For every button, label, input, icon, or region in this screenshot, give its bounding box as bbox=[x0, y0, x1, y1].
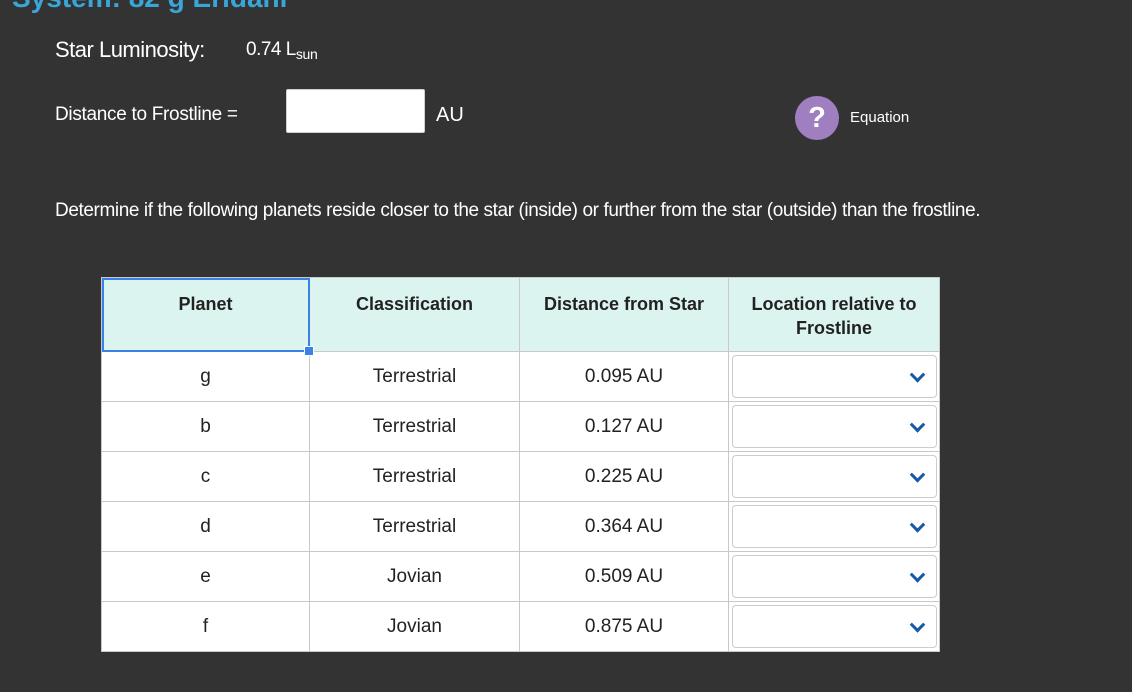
planet-cell: g bbox=[101, 351, 310, 402]
chevron-down-icon bbox=[909, 366, 926, 383]
classification-cell: Jovian bbox=[309, 551, 520, 602]
chevron-down-icon bbox=[909, 466, 926, 483]
distance-cell: 0.875 AU bbox=[519, 601, 729, 652]
location-cell bbox=[728, 351, 940, 402]
frostline-unit: AU bbox=[436, 104, 464, 126]
classification-cell: Terrestrial bbox=[309, 351, 520, 402]
luminosity-number: 0.74 L bbox=[246, 39, 296, 60]
header-classification-label: Classification bbox=[355, 294, 474, 314]
table-row: b Terrestrial 0.127 AU bbox=[101, 401, 940, 452]
distance-cell: 0.127 AU bbox=[519, 401, 729, 452]
planet-cell: d bbox=[101, 501, 310, 552]
chevron-down-icon bbox=[909, 516, 926, 533]
distance-cell: 0.095 AU bbox=[519, 351, 729, 402]
distance-cell: 0.364 AU bbox=[519, 501, 729, 552]
location-cell bbox=[728, 501, 940, 552]
header-distance-label: Distance from Star bbox=[543, 294, 705, 314]
location-cell bbox=[728, 601, 940, 652]
chevron-down-icon bbox=[909, 566, 926, 583]
table-row: c Terrestrial 0.225 AU bbox=[101, 451, 940, 502]
equation-help-button[interactable]: ? bbox=[795, 96, 839, 140]
planet-cell: c bbox=[101, 451, 310, 502]
location-cell bbox=[728, 551, 940, 602]
location-cell bbox=[728, 451, 940, 502]
luminosity-row: Star Luminosity: 0.74 Lsun bbox=[55, 37, 318, 63]
header-planet[interactable]: Planet bbox=[101, 277, 314, 356]
header-distance[interactable]: Distance from Star bbox=[519, 277, 729, 352]
equation-link[interactable]: Equation bbox=[850, 109, 909, 126]
planet-cell: b bbox=[101, 401, 310, 452]
luminosity-value: 0.74 Lsun bbox=[246, 39, 318, 62]
instructions-text: Determine if the following planets resid… bbox=[55, 200, 981, 221]
location-dropdown[interactable] bbox=[732, 605, 937, 648]
frostline-distance-input[interactable] bbox=[286, 89, 425, 133]
header-location[interactable]: Location relative to Frostline bbox=[728, 277, 940, 352]
classification-cell: Terrestrial bbox=[309, 401, 520, 452]
selection-handle[interactable] bbox=[304, 346, 314, 356]
frostline-label: Distance to Frostline = bbox=[55, 104, 238, 125]
table-header-row: Planet Classification Distance from Star… bbox=[101, 277, 940, 356]
classification-cell: Jovian bbox=[309, 601, 520, 652]
chevron-down-icon bbox=[909, 616, 926, 633]
location-dropdown[interactable] bbox=[732, 555, 937, 598]
location-cell bbox=[728, 401, 940, 452]
luminosity-label: Star Luminosity: bbox=[55, 37, 205, 62]
classification-cell: Terrestrial bbox=[309, 451, 520, 502]
table-row: e Jovian 0.509 AU bbox=[101, 551, 940, 602]
location-dropdown[interactable] bbox=[732, 505, 937, 548]
question-mark-icon: ? bbox=[808, 101, 826, 134]
header-classification[interactable]: Classification bbox=[309, 277, 520, 352]
header-planet-label: Planet bbox=[178, 294, 233, 314]
planet-cell: f bbox=[101, 601, 310, 652]
planet-cell: e bbox=[101, 551, 310, 602]
table-row: g Terrestrial 0.095 AU bbox=[101, 351, 940, 402]
luminosity-unit-subscript: sun bbox=[295, 46, 318, 62]
distance-cell: 0.509 AU bbox=[519, 551, 729, 602]
location-dropdown[interactable] bbox=[732, 455, 937, 498]
header-location-label: Location relative to Frostline bbox=[751, 294, 917, 338]
table-row: d Terrestrial 0.364 AU bbox=[101, 501, 940, 552]
classification-cell: Terrestrial bbox=[309, 501, 520, 552]
distance-cell: 0.225 AU bbox=[519, 451, 729, 502]
chevron-down-icon bbox=[909, 416, 926, 433]
location-dropdown[interactable] bbox=[732, 355, 937, 398]
location-dropdown[interactable] bbox=[732, 405, 937, 448]
system-title: System: 82 g Eridani bbox=[12, 0, 287, 12]
table-row: f Jovian 0.875 AU bbox=[101, 601, 940, 652]
planet-table: Planet Classification Distance from Star… bbox=[101, 277, 940, 652]
